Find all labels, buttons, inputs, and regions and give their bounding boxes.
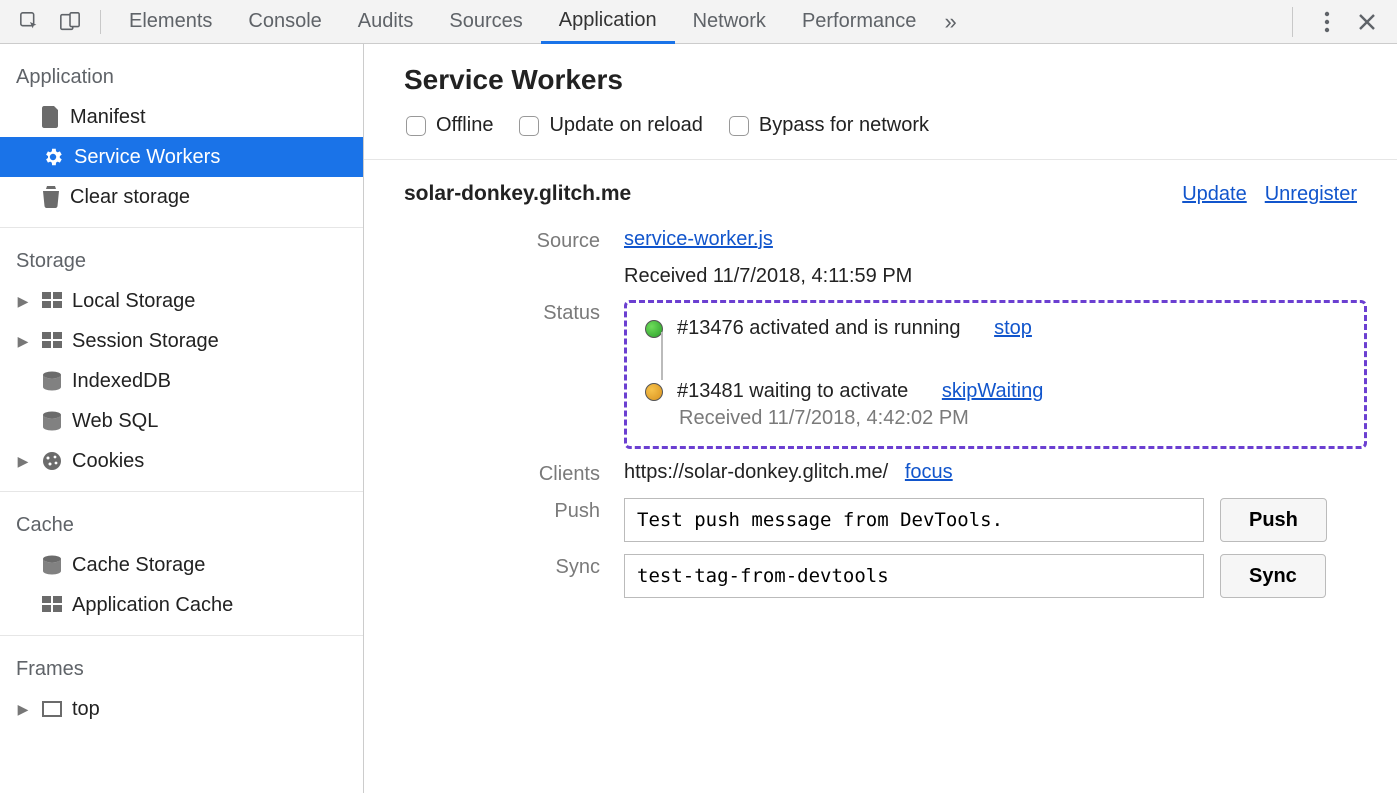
options-row: Offline Update on reload Bypass for netw… [404,114,1367,137]
sidebar-item-label: Session Storage [72,330,219,353]
kebab-menu-icon[interactable] [1313,8,1341,36]
devtools-toolbar: Elements Console Audits Sources Applicat… [0,0,1397,44]
separator [100,10,101,34]
sidebar-item-label: Cache Storage [72,554,205,577]
status-waiting-text: #13481 waiting to activate [677,380,908,403]
sidebar-item-indexeddb[interactable]: IndexedDB [0,361,363,401]
update-link[interactable]: Update [1182,183,1247,206]
status-label: Status [404,300,624,325]
inspect-icon[interactable] [16,8,44,36]
close-icon[interactable] [1353,8,1381,36]
sidebar-group-frames: Frames [0,646,363,689]
sync-label: Sync [404,554,624,579]
push-input[interactable] [624,498,1204,542]
overflow-tabs-icon[interactable]: » [934,9,966,35]
skipwaiting-link[interactable]: skipWaiting [942,380,1044,403]
page-title: Service Workers [404,64,1367,96]
push-button[interactable]: Push [1220,498,1327,542]
device-toggle-icon[interactable] [56,8,84,36]
sidebar-item-application-cache[interactable]: Application Cache [0,585,363,625]
sidebar-group-application: Application [0,54,363,97]
sidebar-item-manifest[interactable]: Manifest [0,97,363,137]
sidebar-item-label: Web SQL [72,410,158,433]
clients-label: Clients [404,461,624,486]
status-waiting-received: Received 11/7/2018, 4:42:02 PM [679,407,1346,430]
checkbox-bypass-network[interactable]: Bypass for network [729,114,929,137]
sidebar-item-web-sql[interactable]: Web SQL [0,401,363,441]
application-sidebar: Application Manifest Service Workers Cle… [0,44,364,793]
tab-performance[interactable]: Performance [784,0,935,44]
tab-application[interactable]: Application [541,0,675,44]
checkbox-update-on-reload[interactable]: Update on reload [519,114,702,137]
sidebar-item-local-storage[interactable]: ▶ Local Storage [0,281,363,321]
separator [1292,7,1293,37]
sidebar-group-storage: Storage [0,238,363,281]
client-url: https://solar-donkey.glitch.me/ [624,461,888,483]
sidebar-item-label: Manifest [70,106,146,129]
sidebar-item-label: Cookies [72,450,144,473]
sidebar-item-top-frame[interactable]: ▶ top [0,689,363,729]
sidebar-item-label: Local Storage [72,290,195,313]
status-active-text: #13476 activated and is running [677,317,961,340]
tab-sources[interactable]: Sources [431,0,540,44]
origin-row: solar-donkey.glitch.me Update Unregister [404,182,1367,206]
sidebar-item-label: top [72,698,100,721]
source-received: Received 11/7/2018, 4:11:59 PM [624,265,1367,288]
stop-link[interactable]: stop [994,317,1032,340]
checkbox-label: Offline [436,114,493,137]
checkbox-offline[interactable]: Offline [406,114,493,137]
sidebar-item-session-storage[interactable]: ▶ Session Storage [0,321,363,361]
focus-link[interactable]: focus [905,461,953,483]
tab-console[interactable]: Console [230,0,339,44]
sidebar-item-clear-storage[interactable]: Clear storage [0,177,363,217]
source-label: Source [404,228,624,253]
status-dot-waiting-icon [645,383,663,401]
sidebar-group-cache: Cache [0,502,363,545]
sidebar-item-label: Clear storage [70,186,190,209]
push-label: Push [404,498,624,523]
panel-tabs: Elements Console Audits Sources Applicat… [111,0,1278,44]
tab-elements[interactable]: Elements [111,0,230,44]
origin-text: solar-donkey.glitch.me [404,182,631,206]
tab-audits[interactable]: Audits [340,0,432,44]
checkbox-label: Bypass for network [759,114,929,137]
sidebar-item-cookies[interactable]: ▶ Cookies [0,441,363,481]
source-link[interactable]: service-worker.js [624,228,773,250]
sync-button[interactable]: Sync [1220,554,1326,598]
tab-network[interactable]: Network [675,0,784,44]
sidebar-item-cache-storage[interactable]: Cache Storage [0,545,363,585]
service-workers-panel: Service Workers Offline Update on reload… [364,44,1397,793]
status-highlight-box: #13476 activated and is running stop #13… [624,300,1367,449]
sidebar-item-label: Application Cache [72,594,233,617]
sidebar-item-label: IndexedDB [72,370,171,393]
sidebar-item-service-workers[interactable]: Service Workers [0,137,363,177]
sidebar-item-label: Service Workers [74,146,220,169]
unregister-link[interactable]: Unregister [1265,183,1357,206]
sync-input[interactable] [624,554,1204,598]
checkbox-label: Update on reload [549,114,702,137]
